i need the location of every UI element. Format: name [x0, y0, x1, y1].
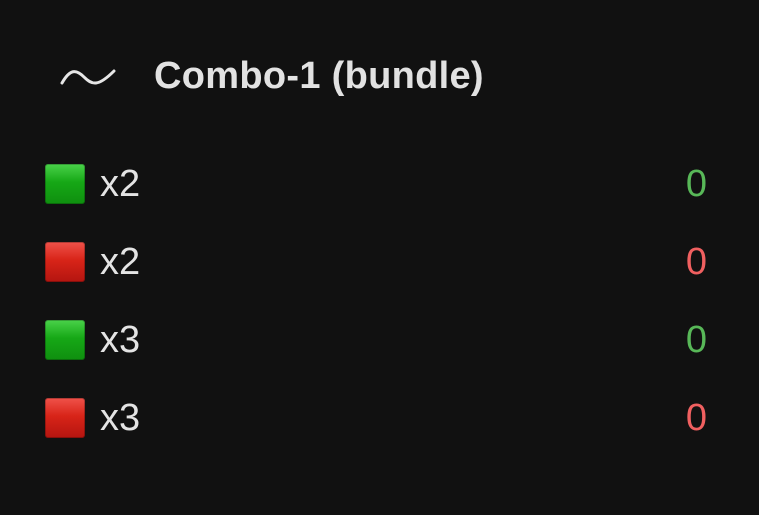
count-value: 0: [685, 396, 707, 439]
green-square-icon: [45, 320, 85, 360]
red-square-icon: [45, 398, 85, 438]
red-square-icon: [45, 242, 85, 282]
green-square-icon: [45, 164, 85, 204]
multiplier-label: x2: [100, 162, 141, 205]
list-item[interactable]: x2 0: [45, 145, 715, 223]
panel-title: Combo-1 (bundle): [154, 54, 484, 97]
combo-panel: Combo-1 (bundle) x2 0 x2 0 x3 0 x3 0: [0, 0, 759, 515]
multiplier-label: x3: [100, 318, 141, 361]
multiplier-label: x3: [100, 396, 141, 439]
trend-line-icon: [60, 61, 116, 91]
combo-list: x2 0 x2 0 x3 0 x3 0: [45, 145, 715, 457]
list-item[interactable]: x2 0: [45, 223, 715, 301]
count-value: 0: [685, 318, 707, 361]
list-item[interactable]: x3 0: [45, 301, 715, 379]
count-value: 0: [685, 240, 707, 283]
count-value: 0: [685, 162, 707, 205]
multiplier-label: x2: [100, 240, 141, 283]
list-item[interactable]: x3 0: [45, 379, 715, 457]
panel-header[interactable]: Combo-1 (bundle): [60, 48, 484, 104]
